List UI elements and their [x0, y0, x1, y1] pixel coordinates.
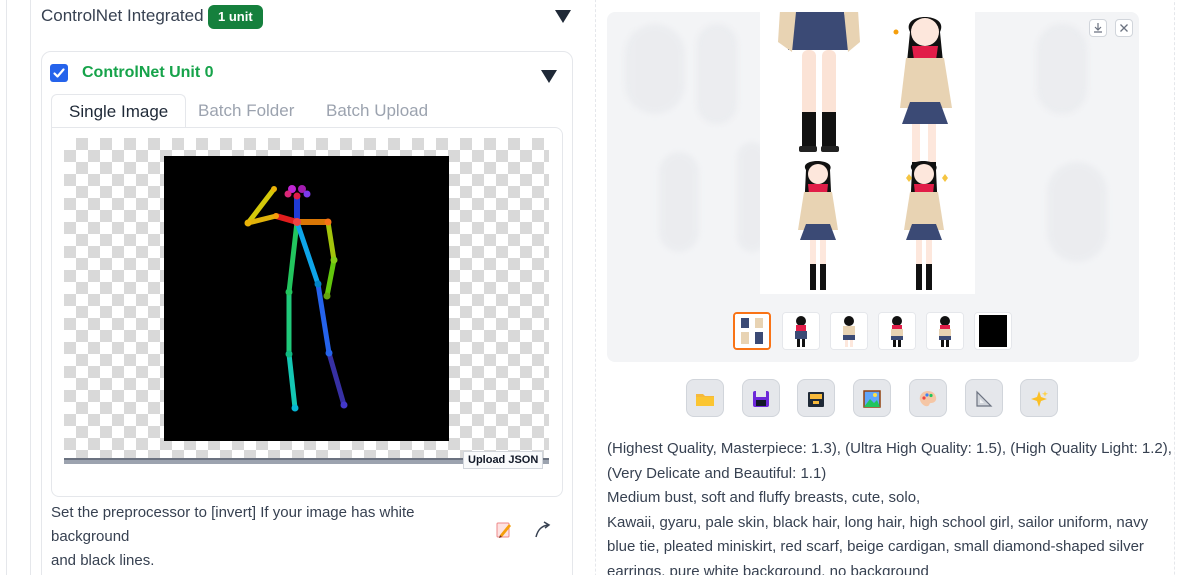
- pose-image[interactable]: [164, 156, 449, 441]
- save-button[interactable]: [742, 379, 780, 417]
- units-badge: 1 unit: [208, 5, 263, 29]
- gallery-thumbnail[interactable]: [878, 312, 916, 350]
- unit-enable-checkbox[interactable]: [50, 64, 68, 82]
- openpose-skeleton: [244, 185, 348, 412]
- send-dimensions-button[interactable]: [526, 513, 558, 545]
- tab-single-image[interactable]: Single Image: [51, 94, 187, 128]
- gallery-thumbnail[interactable]: [733, 312, 771, 350]
- send-to-inpaint-button[interactable]: [909, 379, 947, 417]
- prompt-line: Kawaii, gyaru, pale skin, black hair, lo…: [607, 513, 1149, 531]
- collapse-unit-icon[interactable]: [541, 70, 557, 83]
- collapse-controlnet-icon[interactable]: [555, 10, 571, 23]
- zip-icon: [808, 392, 824, 407]
- gallery-thumbnail[interactable]: [782, 312, 820, 350]
- hint-line: Set the preprocessor to [invert] If your…: [51, 504, 415, 545]
- hint-line: and black lines.: [51, 552, 155, 569]
- unit-title[interactable]: ControlNet Unit 0: [82, 64, 214, 82]
- zip-button[interactable]: [797, 379, 835, 417]
- send-to-img2img-button[interactable]: [853, 379, 891, 417]
- download-button[interactable]: [1089, 19, 1107, 37]
- send-to-extras-button[interactable]: [965, 379, 1003, 417]
- save-icon: [753, 391, 769, 407]
- generation-info-text: (Highest Quality, Masterpiece: 1.3), (Ul…: [607, 437, 1172, 575]
- close-icon: [1120, 24, 1128, 32]
- image-tabs: Single Image Batch Folder Batch Upload: [51, 94, 563, 128]
- app-root: ControlNet Integrated 1 unit ControlNet …: [0, 0, 1200, 575]
- sparkle-icon: [1031, 391, 1048, 407]
- generated-image-grid[interactable]: [760, 10, 975, 294]
- palette-icon: [919, 391, 937, 407]
- upload-json-button[interactable]: Upload JSON: [463, 451, 544, 469]
- character-sheet-image: [778, 10, 952, 290]
- prompt-line: Medium bust, soft and fluffy breasts, cu…: [607, 489, 921, 506]
- open-folder-button[interactable]: [686, 379, 724, 417]
- prompt-line: earrings, pure white background, no back…: [607, 562, 929, 575]
- curved-arrow-icon: [535, 521, 551, 538]
- tab-batch-folder[interactable]: Batch Folder: [198, 94, 294, 128]
- close-gallery-button[interactable]: [1115, 19, 1133, 37]
- controlnet-title[interactable]: ControlNet Integrated: [41, 6, 204, 26]
- ruler-icon: [976, 390, 993, 407]
- generate-extra-button[interactable]: [1020, 379, 1058, 417]
- edit-image-button[interactable]: [487, 513, 519, 545]
- image-icon: [863, 390, 881, 408]
- pencil-note-icon: [496, 522, 511, 538]
- gallery-thumbnail[interactable]: [926, 312, 964, 350]
- check-icon: [53, 68, 65, 78]
- prompt-line: (Very Delicate and Beautiful: 1.1): [607, 464, 827, 482]
- preprocessor-hint: Set the preprocessor to [invert] If your…: [51, 501, 491, 573]
- download-icon: [1094, 23, 1102, 33]
- folder-icon: [696, 394, 714, 406]
- gallery-thumbnail[interactable]: [830, 312, 868, 350]
- prompt-line: (Highest Quality, Masterpiece: 1.3), (Ul…: [607, 440, 1172, 457]
- gallery-thumbnail[interactable]: [974, 312, 1012, 350]
- tab-batch-upload[interactable]: Batch Upload: [326, 94, 428, 128]
- prompt-line: blue tie, pleated miniskirt, red scarf, …: [607, 538, 1144, 555]
